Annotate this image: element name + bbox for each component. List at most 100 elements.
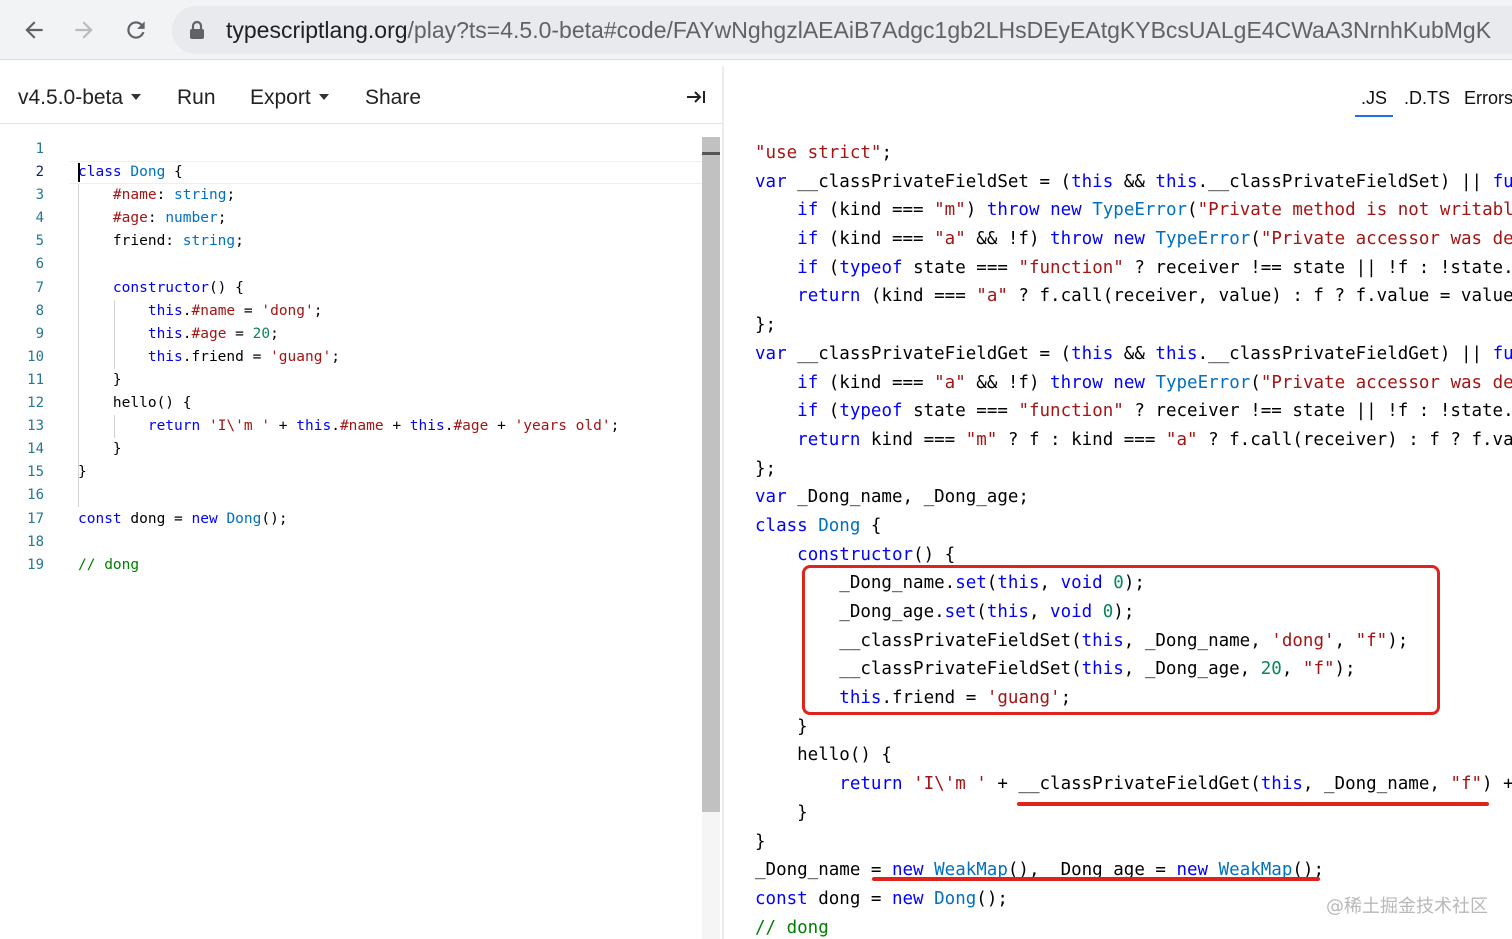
code-line: var __classPrivateFieldGet = (this && th… — [755, 340, 1512, 369]
url-host: typescriptlang.org — [226, 17, 408, 43]
code-token: new — [1113, 372, 1145, 393]
code-token: { — [860, 515, 882, 536]
code-token: ? receiver !== state || !f : !state. — [1123, 257, 1512, 278]
code-line: if (kind === "a" && !f) throw new TypeEr… — [755, 225, 1512, 254]
code-line: class Dong { — [755, 512, 1512, 541]
playground-toolbar: v4.5.0-beta Run Export Share — [0, 66, 722, 124]
line-number: 10 — [27, 348, 44, 365]
export-dropdown[interactable]: Export — [250, 86, 329, 110]
line-number: 8 — [35, 302, 44, 319]
code-token: this — [1155, 171, 1198, 192]
code-token: string — [182, 233, 236, 250]
code-line: this.#age = 20; — [78, 323, 698, 346]
code-line: hello() { — [755, 741, 1512, 770]
code-token: __classPrivateFieldGet = ( — [786, 343, 1072, 364]
code-token: (kind === — [818, 372, 935, 393]
code-token: class — [78, 164, 122, 181]
code-token: constructor — [797, 544, 914, 565]
code-token: state === — [902, 401, 1019, 422]
code-token: this — [1071, 171, 1114, 192]
line-number: 5 — [35, 233, 44, 250]
forward-button[interactable] — [64, 10, 104, 50]
code-token: "a" — [934, 229, 966, 250]
compiled-js-output[interactable]: "use strict"; var __classPrivateFieldSet … — [755, 139, 1512, 939]
pane-divider[interactable] — [722, 66, 724, 939]
tab-dts[interactable]: .D.TS — [1404, 88, 1450, 109]
code-editor[interactable]: 1 2 3 4 5 6 7 8 9 10 11 12 13 14 15 16 1… — [0, 125, 722, 939]
code-token: friend: — [78, 233, 183, 250]
share-button[interactable]: Share — [365, 86, 421, 110]
code-token: var — [755, 487, 787, 508]
code-line: } — [78, 438, 698, 461]
tab-errors[interactable]: Errors — [1464, 88, 1512, 109]
code-token: ? receiver !== state || !f : !state. — [1123, 401, 1512, 422]
code-token: : — [147, 210, 166, 227]
code-token: "Private method is not writabl — [1197, 200, 1512, 221]
code-token: __classPrivateFieldSet = ( — [786, 171, 1072, 192]
line-number: 3 — [35, 187, 44, 204]
code-token: ; — [217, 210, 227, 227]
code-token: return — [147, 418, 201, 435]
address-bar[interactable]: typescriptlang.org/play?ts=4.5.0-beta#co… — [172, 6, 1512, 54]
chevron-down-icon — [131, 94, 142, 100]
code-token: ? f.call(receiver, value) : f ? f.value … — [1007, 286, 1512, 307]
code-token: (); — [976, 888, 1008, 909]
run-button[interactable]: Run — [177, 86, 216, 110]
code-token: this — [1071, 343, 1114, 364]
reload-button[interactable] — [116, 10, 156, 50]
code-token: .__classPrivateFieldGet) || — [1197, 343, 1493, 364]
editor-scrollbar-thumb[interactable] — [702, 137, 720, 812]
annotation-underline — [872, 877, 1320, 881]
code-line: #name: string; — [78, 184, 698, 207]
code-token: . — [331, 418, 340, 435]
code-token: kind === — [860, 429, 966, 450]
code-token: } — [78, 464, 87, 481]
code-token: _Dong_name, _Dong_age; — [786, 487, 1029, 508]
code-token: Dong — [934, 888, 977, 909]
annotation-underline — [1017, 802, 1489, 806]
code-token: } — [78, 371, 122, 388]
code-token: ( — [1187, 200, 1198, 221]
line-number: 14 — [27, 441, 44, 458]
code-line: if (typeof state === "function" ? receiv… — [755, 397, 1512, 426]
code-token: "function" — [1018, 257, 1124, 278]
code-token: ) — [965, 200, 987, 221]
code-token: = — [235, 302, 262, 319]
tab-js[interactable]: .JS — [1355, 88, 1394, 117]
code-token: "m" — [965, 429, 998, 450]
line-number: 1 — [35, 141, 44, 157]
code-token: fu — [1492, 171, 1512, 192]
code-token: if — [797, 401, 819, 422]
source-code[interactable]: class Dong { #name: string; #age: number… — [78, 138, 698, 577]
code-token: throw — [1050, 372, 1103, 393]
code-token: : — [156, 187, 175, 204]
code-token: ? f : kind === — [997, 429, 1166, 450]
line-number: 11 — [27, 371, 44, 388]
export-label: Export — [250, 86, 311, 109]
code-token: #age — [191, 325, 227, 342]
code-token: } — [78, 441, 122, 458]
code-token: // dong — [78, 556, 140, 573]
scrollbar-cursor-marker — [702, 152, 720, 155]
code-token: "Private accessor was de — [1260, 372, 1512, 393]
code-token: "a" — [934, 372, 966, 393]
code-token: "m" — [934, 200, 966, 221]
version-dropdown[interactable]: v4.5.0-beta — [18, 86, 142, 110]
annotation-highlight-box — [802, 565, 1440, 715]
code-token: typeof — [839, 401, 903, 422]
back-button[interactable] — [14, 10, 54, 50]
collapse-sidebar-icon[interactable] — [686, 88, 706, 111]
code-token: #age — [112, 210, 148, 227]
code-token: . — [182, 302, 192, 319]
